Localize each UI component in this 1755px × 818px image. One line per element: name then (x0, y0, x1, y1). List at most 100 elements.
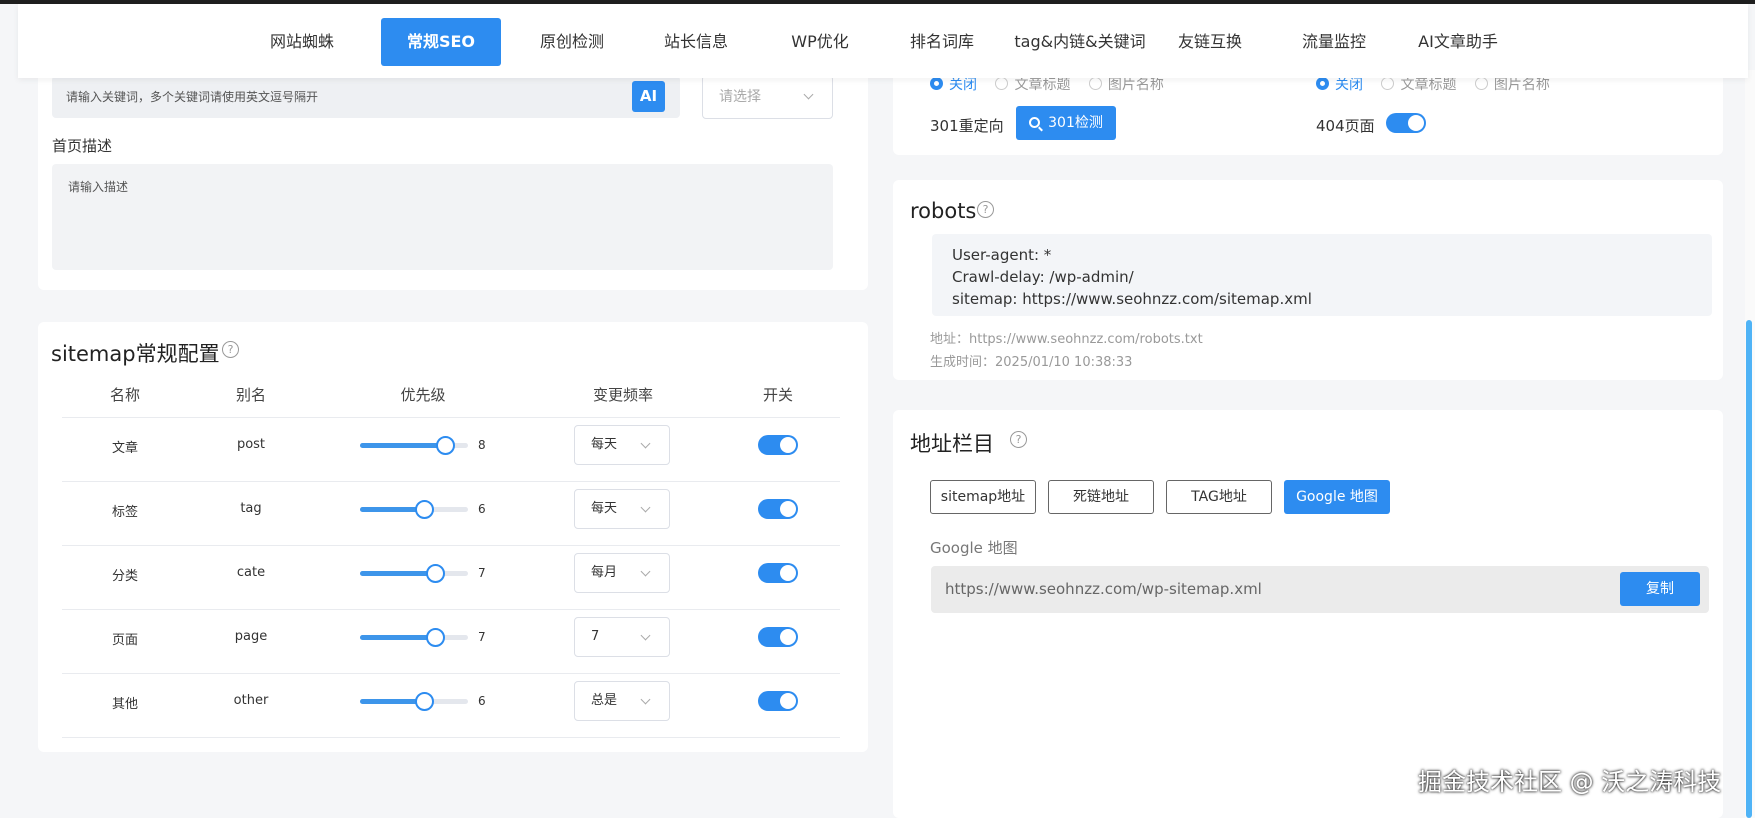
watermark: 掘金技术社区 @ 沃之涛科技 (1418, 768, 1722, 796)
radio-post-title-1-label: 文章标题 (1014, 77, 1071, 93)
copy-button[interactable]: 复制 (1620, 572, 1700, 606)
frequency-select[interactable]: 每月 (574, 553, 670, 593)
col-header-name: 名称 (109, 386, 140, 404)
tab-tag-links-keywords[interactable]: tag&内链&关键词 (996, 18, 1164, 66)
col-header-priority: 优先级 (400, 386, 446, 404)
keyword-select-placeholder: 请选择 (719, 89, 761, 105)
tab-wp-optimize[interactable]: WP优化 (776, 18, 864, 66)
robots-address: 地址：https://www.seohnzz.com/robots.txt (930, 332, 1203, 347)
radio-image-name-1-label: 图片名称 (1107, 77, 1164, 93)
priority-slider-fill (360, 443, 447, 448)
check-301-button[interactable]: 301检测 (1016, 106, 1116, 140)
robots-line: Crawl-delay: /wp-admin/ (952, 268, 1134, 286)
sitemap-row-name: 标签 (111, 505, 138, 520)
priority-slider-thumb[interactable] (414, 692, 434, 711)
search-icon (1029, 117, 1041, 128)
check-301-button-label: 301检测 (1048, 115, 1103, 131)
robots-content[interactable]: User-agent: * Crawl-delay: /wp-admin/ si… (932, 234, 1712, 316)
chevron-down-icon (640, 502, 651, 513)
tab-rank-lexicon[interactable]: 排名词库 (898, 18, 986, 66)
tab-spider[interactable]: 网站蜘蛛 (258, 18, 346, 66)
frequency-select[interactable]: 每天 (574, 489, 670, 529)
help-icon[interactable]: ? (222, 341, 239, 358)
robots-line: User-agent: * (952, 246, 1052, 264)
row-divider (62, 737, 840, 738)
tab-friend-links[interactable]: 友链互换 (1166, 18, 1254, 66)
redirect-301-label: 301重定向 (930, 117, 1004, 135)
help-icon[interactable]: ? (1010, 431, 1027, 448)
sitemap-row-alias: other (233, 693, 269, 708)
radio-image-name-1[interactable] (1088, 77, 1102, 90)
google-map-button[interactable]: Google 地图 (1284, 480, 1390, 514)
chevron-down-icon (640, 630, 651, 641)
address-bar-card (893, 410, 1723, 818)
priority-slider[interactable] (360, 628, 468, 647)
home-desc-textarea[interactable]: 请输入描述 (52, 164, 833, 270)
sitemap-row-toggle[interactable] (758, 563, 798, 583)
col-header-switch: 开关 (762, 386, 793, 404)
tab-original-check[interactable]: 原创检测 (528, 18, 616, 66)
sitemap-row-toggle[interactable] (758, 435, 798, 455)
priority-value: 7 (478, 566, 486, 580)
priority-value: 6 (478, 502, 486, 516)
ai-generate-button[interactable]: AI (632, 81, 665, 112)
page-404-toggle[interactable] (1386, 113, 1426, 133)
top-nav: 网站蜘蛛 常规SEO 原创检测 站长信息 WP优化 排名词库 tag&内链&关键… (18, 4, 1748, 78)
tab-traffic-monitor[interactable]: 流量监控 (1290, 18, 1378, 66)
radio-image-name-2[interactable] (1474, 77, 1488, 90)
sitemap-row-toggle[interactable] (758, 691, 798, 711)
sitemap-section-title: sitemap常规配置 (51, 342, 220, 366)
sitemap-row-alias: cate (236, 565, 266, 580)
sitemap-row-alias: page (234, 629, 268, 644)
frequency-select[interactable]: 总是 (574, 681, 670, 721)
priority-slider-thumb[interactable] (414, 500, 434, 519)
keywords-input[interactable]: 请输入关键词，多个关键词请使用英文逗号隔开 (52, 76, 680, 118)
sitemap-row-toggle[interactable] (758, 627, 798, 647)
chevron-down-icon (803, 89, 814, 100)
priority-slider-fill (360, 571, 436, 576)
sitemap-url-field[interactable]: https://www.seohnzz.com/wp-sitemap.xml (931, 566, 1709, 613)
scrollbar-thumb[interactable] (1746, 320, 1752, 818)
priority-slider-fill (360, 635, 436, 640)
priority-value: 7 (478, 630, 486, 644)
frequency-select[interactable]: 每天 (574, 425, 670, 465)
tag-address-button[interactable]: TAG地址 (1166, 480, 1272, 514)
priority-slider[interactable] (360, 564, 468, 583)
col-header-frequency: 变更频率 (592, 386, 653, 404)
radio-post-title-2[interactable] (1381, 77, 1395, 90)
radio-off-1-label: 关闭 (949, 77, 977, 93)
frequency-select-value: 7 (591, 629, 600, 644)
chevron-down-icon (640, 566, 651, 577)
priority-slider-thumb[interactable] (425, 628, 445, 647)
sitemap-row-name: 页面 (111, 633, 138, 648)
priority-slider[interactable] (360, 692, 468, 711)
help-icon[interactable]: ? (977, 201, 994, 218)
radio-off-2-label: 关闭 (1335, 77, 1363, 93)
priority-slider[interactable] (360, 500, 468, 519)
tab-webmaster-info[interactable]: 站长信息 (652, 18, 740, 66)
radio-off-1[interactable] (930, 77, 943, 90)
sitemap-row-name: 分类 (111, 569, 138, 584)
priority-slider[interactable] (360, 436, 468, 455)
sitemap-row-toggle[interactable] (758, 499, 798, 519)
tab-general-seo[interactable]: 常规SEO (381, 18, 501, 66)
radio-post-title-2-label: 文章标题 (1400, 77, 1457, 93)
home-desc-label: 首页描述 (52, 137, 113, 155)
frequency-select-value: 总是 (591, 693, 618, 708)
priority-slider-thumb[interactable] (425, 564, 445, 583)
radio-post-title-1[interactable] (995, 77, 1009, 90)
keyword-select[interactable]: 请选择 (702, 75, 833, 119)
row-divider (62, 673, 840, 674)
row-divider (62, 481, 840, 482)
frequency-select-value: 每天 (591, 437, 618, 452)
sitemap-row-alias: post (236, 437, 266, 452)
tab-ai-article[interactable]: AI文章助手 (1403, 18, 1513, 66)
sitemap-row-alias: tag (240, 501, 262, 516)
sitemap-address-button[interactable]: sitemap地址 (930, 480, 1036, 514)
frequency-select[interactable]: 7 (574, 617, 670, 657)
priority-value: 6 (478, 694, 486, 708)
row-divider (62, 545, 840, 546)
dead-link-address-button[interactable]: 死链地址 (1048, 480, 1154, 514)
chevron-down-icon (640, 694, 651, 705)
radio-off-2[interactable] (1316, 77, 1329, 90)
